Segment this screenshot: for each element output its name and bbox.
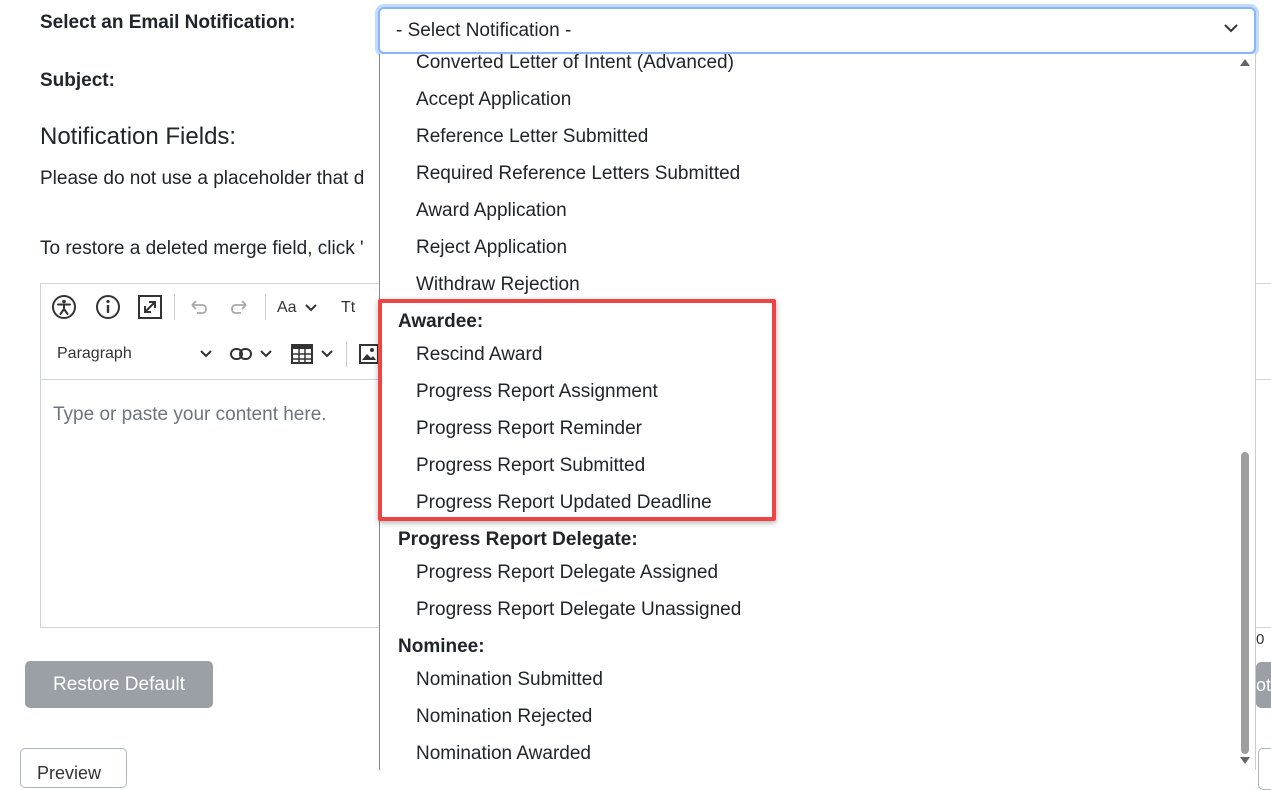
preview-button[interactable]: Preview (20, 748, 127, 788)
font-family-label: Tt (341, 299, 356, 316)
chevron-down-icon (200, 350, 212, 358)
dropdown-option[interactable]: Withdraw Rejection (416, 274, 580, 296)
chevron-down-icon (260, 350, 272, 358)
dropdown-option[interactable]: Award Application (416, 200, 567, 222)
fullscreen-icon[interactable] (137, 294, 163, 320)
font-family-dropdown[interactable]: Tt (341, 296, 355, 320)
select-notification-label: Select an Email Notification: (40, 12, 296, 33)
right-button[interactable]: ot (1256, 662, 1271, 708)
restore-note: To restore a deleted merge field, click … (40, 238, 364, 259)
dropdown-option[interactable]: Rescind Award (416, 344, 542, 366)
table-icon (291, 344, 313, 364)
accessibility-icon[interactable] (51, 294, 77, 320)
redo-icon[interactable] (228, 296, 252, 320)
restore-default-button[interactable]: Restore Default (25, 661, 213, 708)
scroll-down-arrow-icon[interactable] (1240, 757, 1250, 764)
dropdown-option[interactable]: Progress Report Submitted (416, 455, 645, 477)
notification-select-value: - Select Notification - (396, 19, 572, 41)
subject-label: Subject: (40, 70, 115, 91)
dropdown-option[interactable]: Reference Letter Submitted (416, 126, 648, 148)
dropdown-option[interactable]: Progress Report Assignment (416, 381, 658, 403)
notification-select[interactable]: - Select Notification - (378, 7, 1256, 54)
dropdown-option[interactable]: Required Reference Letters Submitted (416, 163, 740, 185)
dropdown-option[interactable]: Converted Letter of Intent (Advanced) (416, 54, 734, 74)
chevron-down-icon (1224, 24, 1238, 33)
link-icon (230, 348, 252, 360)
font-size-dropdown[interactable]: Aa (277, 296, 317, 320)
link-dropdown[interactable] (230, 342, 272, 366)
character-counter: 0 (1256, 631, 1265, 648)
font-size-label: Aa (277, 299, 297, 316)
chevron-down-icon (321, 350, 333, 358)
dropdown-option[interactable]: Nomination Rejected (416, 706, 592, 728)
dropdown-option[interactable]: Progress Report Reminder (416, 418, 642, 440)
undo-icon[interactable] (186, 296, 210, 320)
dropdown-option[interactable]: Reject Application (416, 237, 567, 259)
dropdown-option[interactable]: Nomination Awarded (416, 743, 591, 765)
scrollbar-thumb[interactable] (1241, 452, 1249, 754)
heading-select-value: Paragraph (57, 345, 132, 362)
table-dropdown[interactable] (291, 342, 333, 366)
dropdown-group-header: Progress Report Delegate: (398, 529, 638, 550)
dropdown-option[interactable]: Accept Application (416, 89, 571, 111)
editor-placeholder: Type or paste your content here. (53, 404, 327, 425)
placeholder-note: Please do not use a placeholder that d (40, 168, 365, 189)
dropdown-group-header: Awardee: (398, 311, 484, 332)
right-button-label: ot (1256, 674, 1271, 695)
dropdown-option[interactable]: Progress Report Delegate Unassigned (416, 599, 741, 621)
image-button[interactable] (359, 342, 379, 366)
dropdown-group-header: Nominee: (398, 636, 485, 657)
scroll-up-arrow-icon[interactable] (1240, 59, 1250, 66)
dropdown-scrollbar[interactable] (1239, 59, 1251, 764)
info-icon[interactable] (95, 294, 121, 320)
right-outline-button[interactable] (1258, 748, 1271, 790)
heading-select[interactable]: Paragraph (57, 342, 212, 366)
chevron-down-icon (304, 304, 317, 312)
dropdown-option[interactable]: Progress Report Updated Deadline (416, 492, 712, 514)
dropdown-option[interactable]: Nomination Submitted (416, 669, 603, 691)
notification-dropdown-list[interactable]: Converted Letter of Intent (Advanced) Acc… (379, 54, 1256, 770)
notification-fields-heading: Notification Fields: (40, 123, 237, 150)
dropdown-option[interactable]: Progress Report Delegate Assigned (416, 562, 718, 584)
image-icon (359, 344, 379, 364)
